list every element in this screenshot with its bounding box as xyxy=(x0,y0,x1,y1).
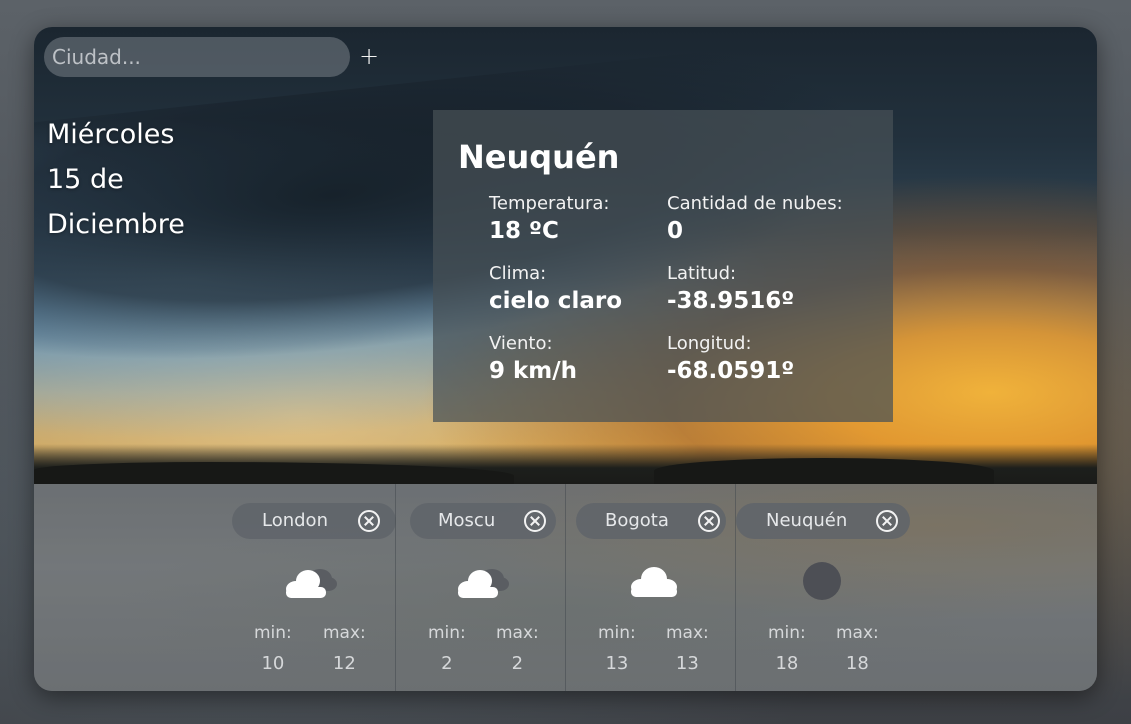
city-chip[interactable]: Bogota xyxy=(576,503,726,539)
city-card-neuquen[interactable]: Neuquén min: 18 max: 18 xyxy=(735,484,910,691)
stat-label: Latitud: xyxy=(667,263,737,284)
min-label: min: xyxy=(768,623,806,643)
close-icon[interactable] xyxy=(698,510,720,532)
max-label: max: xyxy=(836,623,879,643)
hills-silhouette xyxy=(34,444,1097,484)
city-name: Neuquén xyxy=(766,510,848,531)
max-temp: max: 13 xyxy=(666,623,709,674)
city-chip[interactable]: Moscu xyxy=(410,503,556,539)
stat-label: Longitud: xyxy=(667,333,752,354)
max-temp: max: 12 xyxy=(323,623,366,674)
max-label: max: xyxy=(496,623,539,643)
date-day: 15 de xyxy=(47,164,124,195)
city-name: London xyxy=(262,510,328,531)
city-chip[interactable]: London xyxy=(232,503,396,539)
min-value: 18 xyxy=(775,653,799,674)
broken-clouds-icon xyxy=(286,569,337,598)
weather-app: + Miércoles 15 de Diciembre Neuquén Temp… xyxy=(34,27,1097,691)
city-card-bogota[interactable]: Bogota min: 13 max: 13 xyxy=(565,484,735,691)
stat-label: Viento: xyxy=(489,333,553,354)
current-weather-card: Neuquén Temperatura: 18 ºC Cantidad de n… xyxy=(433,110,893,422)
min-label: min: xyxy=(598,623,636,643)
min-label: min: xyxy=(428,623,466,643)
min-temp: min: 13 xyxy=(598,623,636,674)
city-chip[interactable]: Neuquén xyxy=(736,503,910,539)
max-label: max: xyxy=(666,623,709,643)
min-temp: min: 10 xyxy=(254,623,292,674)
city-name: Moscu xyxy=(438,510,496,531)
stat-value: 18 ºC xyxy=(489,218,559,244)
date-month: Diciembre xyxy=(47,209,185,240)
hill-right xyxy=(654,458,994,484)
saved-cities-strip: London min: 10 max: 12 Moscu min: 2 max:… xyxy=(34,484,1097,691)
city-search-input[interactable] xyxy=(44,37,350,77)
max-value: 2 xyxy=(511,653,524,674)
close-icon[interactable] xyxy=(358,510,380,532)
close-icon[interactable] xyxy=(524,510,546,532)
broken-clouds-icon xyxy=(458,569,509,598)
cloud-icon xyxy=(631,567,677,597)
clear-night-icon xyxy=(803,562,841,600)
min-label: min: xyxy=(254,623,292,643)
city-name: Bogota xyxy=(605,510,669,531)
stat-longitude: Longitud: -68.0591º xyxy=(667,333,794,384)
min-temp: min: 2 xyxy=(428,623,466,674)
max-temp: max: 2 xyxy=(496,623,539,674)
max-label: max: xyxy=(323,623,366,643)
stat-latitude: Latitud: -38.9516º xyxy=(667,263,794,314)
close-icon[interactable] xyxy=(876,510,898,532)
add-city-button[interactable]: + xyxy=(356,42,382,70)
stat-label: Clima: xyxy=(489,263,547,284)
stat-temperature: Temperatura: 18 ºC xyxy=(489,193,609,244)
stat-clouds: Cantidad de nubes: 0 xyxy=(667,193,843,244)
stat-value: -68.0591º xyxy=(667,358,795,384)
stat-value: cielo claro xyxy=(489,288,622,314)
min-value: 2 xyxy=(441,653,453,674)
city-card-london[interactable]: London min: 10 max: 12 xyxy=(226,484,396,691)
min-value: 13 xyxy=(605,653,629,674)
min-value: 10 xyxy=(261,653,285,674)
stat-value: -38.9516º xyxy=(667,288,795,314)
min-temp: min: 18 xyxy=(768,623,806,674)
max-value: 13 xyxy=(675,653,699,674)
stat-condition: Clima: cielo claro xyxy=(489,263,622,314)
date-weekday: Miércoles xyxy=(47,119,175,150)
stat-label: Temperatura: xyxy=(489,193,610,214)
stat-label: Cantidad de nubes: xyxy=(667,193,843,214)
stat-wind: Viento: 9 km/h xyxy=(489,333,577,384)
date-display: Miércoles 15 de Diciembre xyxy=(47,112,185,247)
stat-value: 0 xyxy=(667,218,684,244)
max-value: 12 xyxy=(332,653,356,674)
hill-left xyxy=(34,462,514,484)
city-card-moscu[interactable]: Moscu min: 2 max: 2 xyxy=(395,484,565,691)
max-value: 18 xyxy=(845,653,869,674)
max-temp: max: 18 xyxy=(836,623,879,674)
current-city-title: Neuquén xyxy=(458,138,620,176)
stat-value: 9 km/h xyxy=(489,358,578,384)
